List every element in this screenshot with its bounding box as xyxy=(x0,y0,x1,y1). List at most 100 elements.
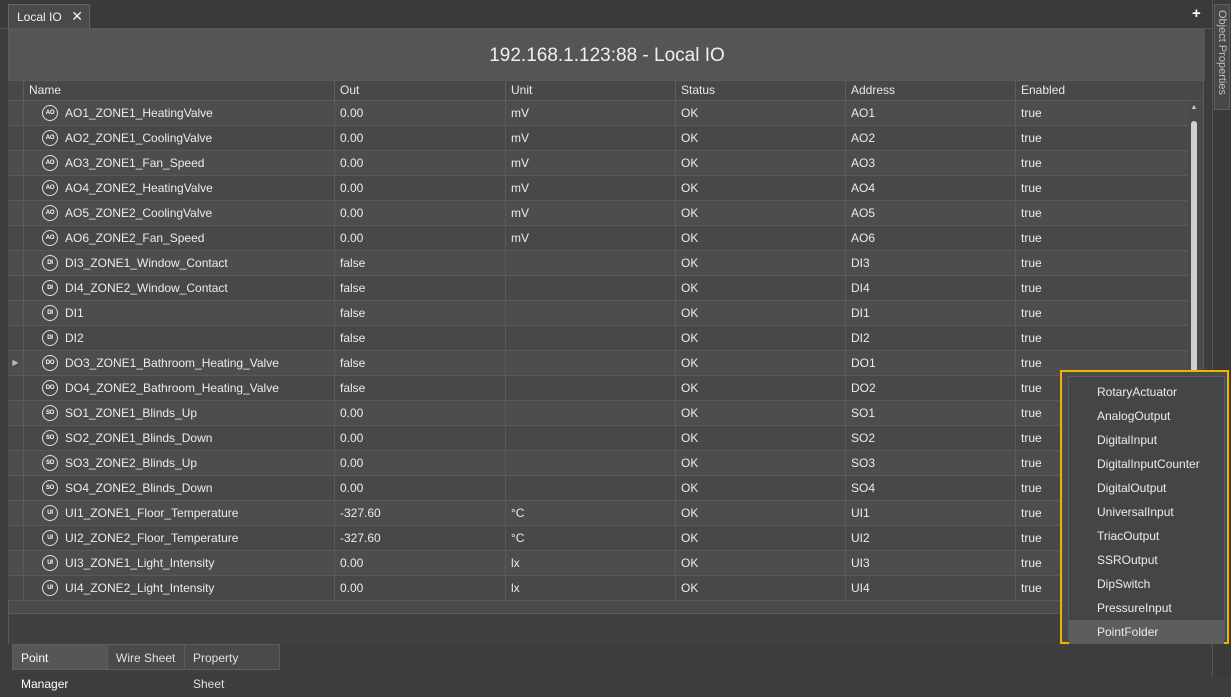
cell-address: AO1 xyxy=(845,101,1015,125)
cell-enabled: true xyxy=(1015,276,1188,300)
tab-point-manager[interactable]: Point Manager xyxy=(12,644,108,691)
table-row[interactable]: UI UI4_ZONE2_Light_Intensity 0.00 lx OK UI4 tr… xyxy=(8,576,1188,601)
menu-item-dipswitch[interactable]: DipSwitch xyxy=(1069,572,1224,596)
column-header-unit[interactable]: Unit xyxy=(505,81,675,101)
cell-status: OK xyxy=(675,276,845,300)
row-gutter xyxy=(8,276,23,300)
tab-wire-sheet[interactable]: Wire Sheet xyxy=(107,644,185,670)
point-type-icon: AO xyxy=(42,205,58,221)
menu-item-digitaloutput[interactable]: DigitalOutput xyxy=(1069,476,1224,500)
row-expander-icon[interactable]: ▶ xyxy=(8,351,23,375)
add-tab-icon[interactable]: + xyxy=(1192,5,1201,22)
menu-item-analogoutput[interactable]: AnalogOutput xyxy=(1069,404,1224,428)
table-row[interactable]: SO SO3_ZONE2_Blinds_Up 0.00 OK SO3 true xyxy=(8,451,1188,476)
point-type-icon: UI xyxy=(42,555,58,571)
table-row[interactable]: DI DI3_ZONE1_Window_Contact false OK DI3 true xyxy=(8,251,1188,276)
table-row[interactable]: ▶ DO DO3_ZONE1_Bathroom_Heating_Valve false… xyxy=(8,351,1188,376)
cell-enabled: true xyxy=(1015,151,1188,175)
point-type-icon: DI xyxy=(42,330,58,346)
cell-out: false xyxy=(334,376,505,400)
row-gutter xyxy=(8,201,23,225)
row-gutter xyxy=(8,376,23,400)
table-row[interactable]: SO SO2_ZONE1_Blinds_Down 0.00 OK SO2 true xyxy=(8,426,1188,451)
menu-item-digitalinputcounter[interactable]: DigitalInputCounter xyxy=(1069,452,1224,476)
table-row[interactable]: DI DI4_ZONE2_Window_Contact false OK DI4 true xyxy=(8,276,1188,301)
menu-item-universalinput[interactable]: UniversalInput xyxy=(1069,500,1224,524)
menu-item-triacoutput[interactable]: TriacOutput xyxy=(1069,524,1224,548)
table-row[interactable]: AO AO1_ZONE1_HeatingValve 0.00 mV OK AO1 true xyxy=(8,101,1188,126)
row-gutter xyxy=(8,101,23,125)
column-header-name[interactable]: Name xyxy=(23,81,334,101)
table-row[interactable]: UI UI3_ZONE1_Light_Intensity 0.00 lx OK UI3 tr… xyxy=(8,551,1188,576)
point-type-icon: DI xyxy=(42,255,58,271)
new-point-menu: RotaryActuator AnalogOutput DigitalInput Di… xyxy=(1060,370,1229,644)
tab-property-sheet[interactable]: Property Sheet xyxy=(184,644,280,691)
menu-item-rotaryactuator[interactable]: RotaryActuator xyxy=(1069,380,1224,404)
scroll-up-icon[interactable]: ▲ xyxy=(1188,103,1200,113)
cell-address: DI4 xyxy=(845,276,1015,300)
cell-enabled: true xyxy=(1015,251,1188,275)
cell-unit xyxy=(505,426,675,450)
table-row[interactable]: UI UI2_ZONE2_Floor_Temperature -327.60 °C OK… xyxy=(8,526,1188,551)
cell-address: AO2 xyxy=(845,126,1015,150)
table-row[interactable]: SO SO1_ZONE1_Blinds_Up 0.00 OK SO1 true xyxy=(8,401,1188,426)
table-row[interactable]: AO AO4_ZONE2_HeatingValve 0.00 mV OK AO4 true xyxy=(8,176,1188,201)
table-row[interactable]: AO AO5_ZONE2_CoolingValve 0.00 mV OK AO5 true xyxy=(8,201,1188,226)
column-header-out[interactable]: Out xyxy=(334,81,505,101)
row-gutter xyxy=(8,176,23,200)
menu-item-ssroutput[interactable]: SSROutput xyxy=(1069,548,1224,572)
table-row[interactable]: DO DO4_ZONE2_Bathroom_Heating_Valve false O… xyxy=(8,376,1188,401)
table-row[interactable]: AO AO6_ZONE2_Fan_Speed 0.00 mV OK AO6 true xyxy=(8,226,1188,251)
cell-out: 0.00 xyxy=(334,551,505,575)
point-type-icon: SO xyxy=(42,430,58,446)
row-gutter xyxy=(8,551,23,575)
point-type-icon: AO xyxy=(42,230,58,246)
row-gutter xyxy=(8,476,23,500)
cell-unit xyxy=(505,276,675,300)
cell-status: OK xyxy=(675,226,845,250)
cell-out: false xyxy=(334,326,505,350)
row-gutter xyxy=(8,151,23,175)
menu-item-pointfolder[interactable]: PointFolder xyxy=(1069,620,1224,644)
cell-address: SO3 xyxy=(845,451,1015,475)
point-type-icon: DI xyxy=(42,280,58,296)
cell-address: UI3 xyxy=(845,551,1015,575)
table-row[interactable]: AO AO2_ZONE1_CoolingValve 0.00 mV OK AO2 true xyxy=(8,126,1188,151)
point-name: AO4_ZONE2_HeatingValve xyxy=(65,181,213,195)
row-gutter xyxy=(8,426,23,450)
column-header-enabled[interactable]: Enabled xyxy=(1015,81,1202,101)
close-icon[interactable]: ✕ xyxy=(71,8,83,25)
point-name: AO6_ZONE2_Fan_Speed xyxy=(65,231,205,245)
point-type-icon: UI xyxy=(42,530,58,546)
point-type-icon: AO xyxy=(42,130,58,146)
menu-item-digitalinput[interactable]: DigitalInput xyxy=(1069,428,1224,452)
cell-status: OK xyxy=(675,176,845,200)
scrollbar-thumb[interactable] xyxy=(1191,121,1197,376)
column-header-status[interactable]: Status xyxy=(675,81,845,101)
cell-address: AO4 xyxy=(845,176,1015,200)
row-gutter xyxy=(8,301,23,325)
cell-enabled: true xyxy=(1015,301,1188,325)
cell-address: DO2 xyxy=(845,376,1015,400)
cell-out: false xyxy=(334,351,505,375)
row-gutter xyxy=(8,576,23,600)
point-type-icon: UI xyxy=(42,505,58,521)
cell-unit: lx xyxy=(505,551,675,575)
point-type-icon: AO xyxy=(42,155,58,171)
table-row[interactable]: AO AO3_ZONE1_Fan_Speed 0.00 mV OK AO3 true xyxy=(8,151,1188,176)
cell-status: OK xyxy=(675,526,845,550)
cell-unit: mV xyxy=(505,101,675,125)
column-header-address[interactable]: Address xyxy=(845,81,1015,101)
menu-item-pressureinput[interactable]: PressureInput xyxy=(1069,596,1224,620)
point-name: SO1_ZONE1_Blinds_Up xyxy=(65,406,198,420)
table-row[interactable]: SO SO4_ZONE2_Blinds_Down 0.00 OK SO4 true xyxy=(8,476,1188,501)
table-row[interactable]: DI DI2 false OK DI2 true xyxy=(8,326,1188,351)
point-name: DO4_ZONE2_Bathroom_Heating_Valve xyxy=(65,381,279,395)
table-row[interactable]: UI UI1_ZONE1_Floor_Temperature -327.60 °C OK… xyxy=(8,501,1188,526)
tab-local-io[interactable]: Local IO ✕ xyxy=(8,4,90,28)
cell-out: 0.00 xyxy=(334,401,505,425)
cell-out: 0.00 xyxy=(334,226,505,250)
cell-out: 0.00 xyxy=(334,151,505,175)
cell-status: OK xyxy=(675,476,845,500)
table-row[interactable]: DI DI1 false OK DI1 true xyxy=(8,301,1188,326)
